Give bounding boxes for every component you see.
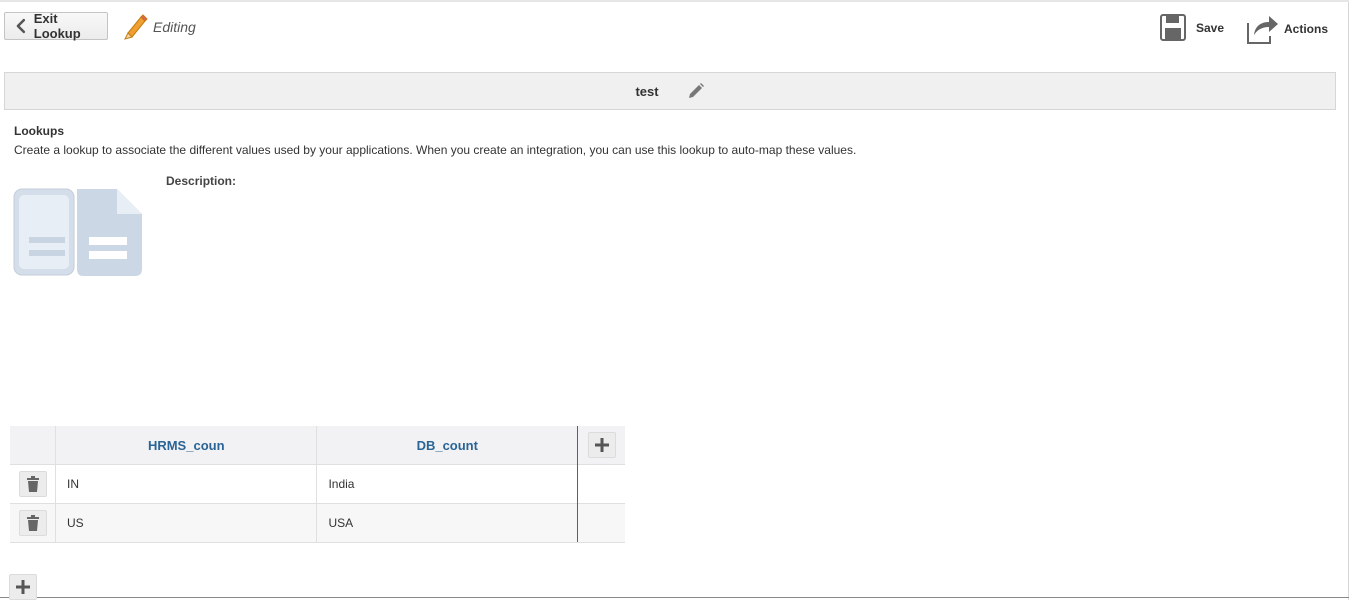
lookup-name: test — [635, 83, 659, 99]
table-row: US USA — [10, 503, 625, 543]
lookups-description: Create a lookup to associate the differe… — [14, 143, 857, 157]
row-empty-cell — [577, 464, 625, 504]
row-action-cell — [10, 464, 57, 504]
cell-hrms[interactable]: US — [55, 503, 318, 543]
row-action-cell — [10, 503, 57, 543]
delete-row-button[interactable] — [18, 471, 47, 497]
save-button[interactable]: Save — [1160, 14, 1224, 41]
column-header-db[interactable]: DB_count — [316, 426, 579, 465]
save-icon — [1160, 14, 1186, 41]
editing-indicator: Editing — [122, 13, 196, 41]
exit-lookup-button[interactable]: Exit Lookup — [4, 11, 108, 41]
delete-column-header — [10, 426, 57, 465]
add-column-cell — [577, 426, 625, 465]
lookup-document-icon — [13, 188, 142, 276]
pencil-icon — [124, 14, 148, 40]
lookup-table: HRMS_coun DB_count IN India US USA — [10, 426, 625, 543]
share-arrow-icon — [1247, 16, 1278, 44]
trash-icon — [26, 476, 39, 492]
exit-lookup-label: Exit Lookup — [33, 11, 81, 41]
cell-hrms[interactable]: IN — [55, 464, 318, 504]
edit-pencil-icon[interactable] — [687, 82, 705, 100]
plus-icon — [594, 438, 609, 452]
table-header-row: HRMS_coun DB_count — [10, 426, 625, 465]
plus-icon — [16, 580, 30, 594]
add-column-button[interactable] — [587, 432, 616, 458]
lookups-heading: Lookups — [14, 124, 64, 138]
trash-icon — [26, 515, 39, 531]
cell-db[interactable]: India — [316, 464, 579, 504]
row-empty-cell — [577, 503, 625, 543]
chevron-left-icon — [16, 18, 26, 34]
actions-button[interactable]: Actions — [1246, 13, 1328, 45]
editing-label: Editing — [153, 19, 196, 35]
actions-label: Actions — [1284, 22, 1329, 36]
lookup-title-bar: test — [4, 72, 1336, 110]
save-label: Save — [1196, 20, 1225, 35]
add-row-button[interactable] — [9, 574, 37, 600]
description-label: Description: — [166, 174, 237, 188]
cell-db[interactable]: USA — [316, 503, 579, 543]
table-row: IN India — [10, 464, 625, 504]
delete-row-button[interactable] — [18, 510, 47, 536]
column-header-hrms[interactable]: HRMS_coun — [55, 426, 318, 465]
